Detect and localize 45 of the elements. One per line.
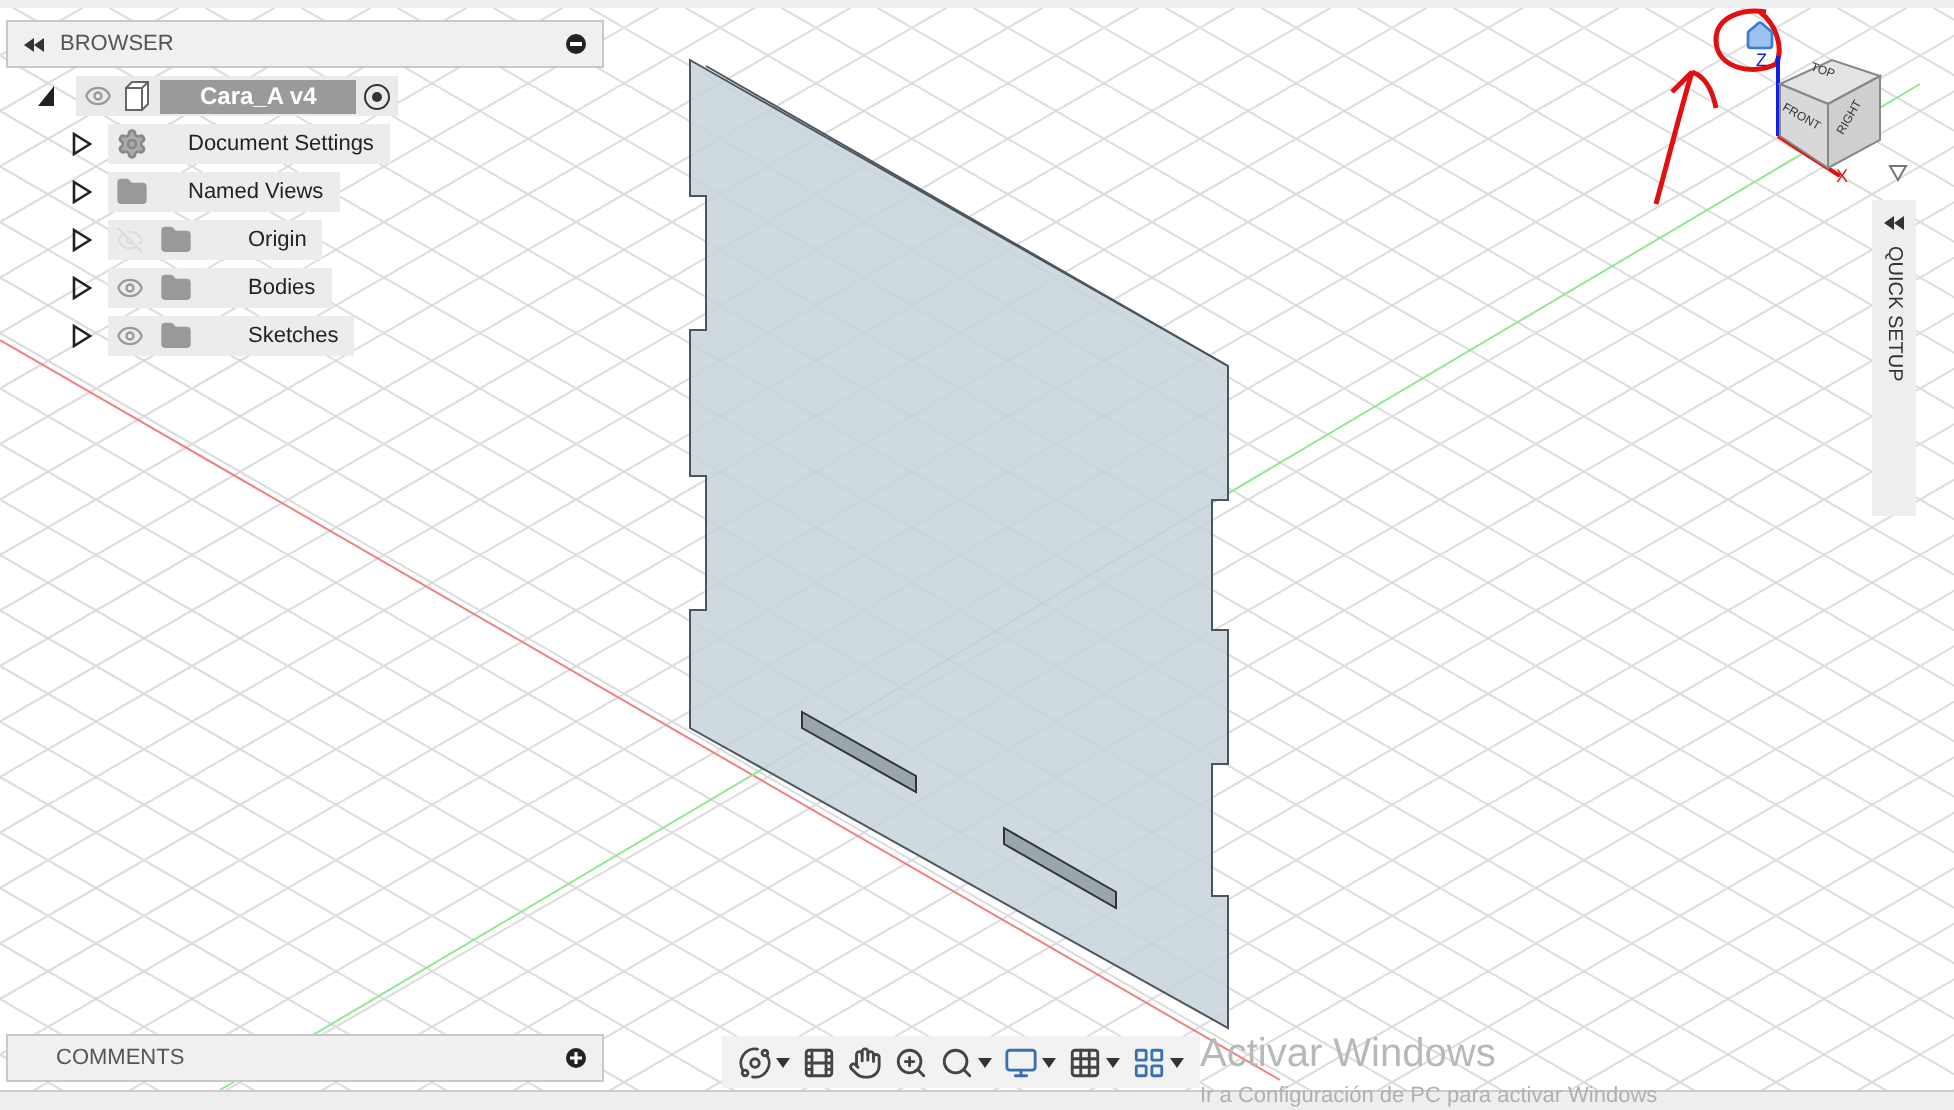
folder-icon <box>160 272 192 304</box>
active-radio-icon[interactable] <box>364 83 391 109</box>
home-icon[interactable] <box>1744 20 1776 52</box>
browser-item[interactable]: Named Views <box>108 172 340 212</box>
browser-item[interactable]: Document Settings <box>108 124 390 164</box>
folder-icon <box>160 320 192 352</box>
browser-item[interactable]: Bodies <box>108 268 332 308</box>
expand-triangle-icon[interactable] <box>72 324 92 348</box>
zoom-tool-button[interactable] <box>894 1045 928 1079</box>
viewports-tool-button[interactable] <box>1132 1045 1184 1079</box>
pan-tool-button[interactable] <box>848 1045 882 1079</box>
folder-icon <box>116 176 148 208</box>
grid-tool-button[interactable] <box>1068 1045 1120 1079</box>
activation-detail: Ir a Configuración de PC para activar Windows <box>1200 1086 1658 1108</box>
cube-icon <box>120 80 152 112</box>
expand-triangle-icon[interactable] <box>72 276 92 300</box>
browser-title: BROWSER <box>60 29 176 60</box>
gear-icon <box>116 128 148 160</box>
caret-icon[interactable] <box>776 1057 790 1067</box>
z-axis-label: Z <box>1756 52 1767 70</box>
browser-item[interactable]: Sketches <box>108 316 355 356</box>
component-name: Cara_A v4 <box>160 79 357 113</box>
caret-icon[interactable] <box>978 1057 992 1067</box>
orbit-tool-button[interactable] <box>738 1045 790 1079</box>
collapse-icon[interactable] <box>24 37 44 51</box>
expand-triangle-icon[interactable] <box>72 180 92 204</box>
look-tool-button[interactable] <box>802 1045 836 1079</box>
expand-triangle-icon[interactable] <box>72 228 92 252</box>
comments-title: COMMENTS <box>56 1043 187 1074</box>
caret-icon[interactable] <box>1106 1057 1120 1067</box>
folder-icon <box>160 224 192 256</box>
add-comment-icon[interactable] <box>566 1048 586 1068</box>
collapse-icon[interactable] <box>1884 216 1904 230</box>
fit-tool-button[interactable] <box>940 1045 992 1079</box>
caret-icon[interactable] <box>1042 1057 1056 1067</box>
caret-icon[interactable] <box>1170 1057 1184 1067</box>
quick-setup-panel[interactable]: QUICK SETUP <box>1872 200 1916 516</box>
browser-item[interactable]: Origin <box>108 220 323 260</box>
minimize-icon[interactable] <box>566 34 586 54</box>
dropdown-triangle-icon[interactable] <box>1888 164 1908 182</box>
quick-setup-label: QUICK SETUP <box>1881 246 1907 382</box>
expand-triangle-icon[interactable] <box>72 132 92 156</box>
expand-triangle-icon[interactable] <box>36 84 56 108</box>
x-axis-label: X <box>1836 168 1849 186</box>
display-tool-button[interactable] <box>1004 1045 1056 1079</box>
